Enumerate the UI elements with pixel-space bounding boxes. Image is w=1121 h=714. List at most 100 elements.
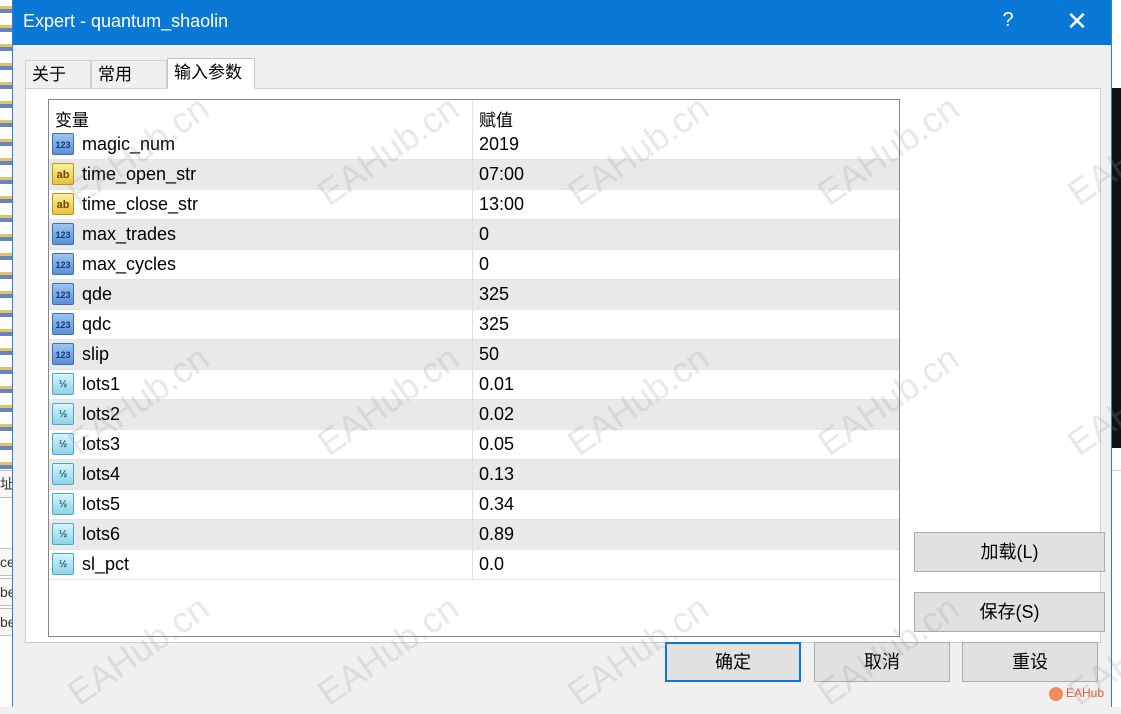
double-type-icon: ½ bbox=[52, 493, 74, 515]
load-button[interactable]: 加载(L) bbox=[914, 532, 1105, 572]
parameter-value[interactable]: 0.89 bbox=[479, 524, 514, 545]
parameters-grid[interactable]: 变量 赋值 123 magic_num 2019 ab time_open_str 07:… bbox=[48, 99, 900, 637]
column-separator bbox=[472, 370, 473, 400]
corner-logo: EAHub bbox=[1049, 683, 1111, 703]
background-stub: ce bbox=[0, 548, 12, 576]
column-separator bbox=[472, 280, 473, 310]
parameter-value[interactable]: 13:00 bbox=[479, 194, 524, 215]
tab-inputs[interactable]: 输入参数 bbox=[167, 58, 255, 89]
string-type-icon: ab bbox=[52, 163, 74, 185]
parameter-name: lots3 bbox=[82, 434, 121, 454]
table-row[interactable]: ½ sl_pct 0.0 bbox=[49, 550, 899, 580]
parameter-name: lots4 bbox=[82, 464, 121, 484]
table-row[interactable]: ½ lots4 0.13 bbox=[49, 460, 899, 490]
column-separator bbox=[472, 400, 473, 430]
table-row[interactable]: 123 qdc 325 bbox=[49, 310, 899, 340]
parameter-value[interactable]: 0.13 bbox=[479, 464, 514, 485]
column-separator bbox=[472, 490, 473, 520]
column-separator bbox=[472, 190, 473, 220]
background-stub: be bbox=[0, 608, 12, 636]
column-separator bbox=[472, 460, 473, 490]
parameter-name: lots1 bbox=[82, 374, 121, 394]
parameter-value[interactable]: 2019 bbox=[479, 134, 519, 155]
double-type-icon: ½ bbox=[52, 373, 74, 395]
ok-button[interactable]: 确定 bbox=[665, 642, 801, 682]
parameter-name: time_open_str bbox=[82, 164, 197, 184]
table-row[interactable]: ½ lots5 0.34 bbox=[49, 490, 899, 520]
table-row[interactable]: 123 max_cycles 0 bbox=[49, 250, 899, 280]
parameter-value[interactable]: 50 bbox=[479, 344, 499, 365]
parameter-name: qde bbox=[82, 284, 113, 304]
header-variable[interactable]: 变量 bbox=[55, 106, 89, 131]
parameter-name: lots6 bbox=[82, 524, 121, 544]
table-row[interactable]: ½ lots1 0.01 bbox=[49, 370, 899, 400]
background-tab-stub: 址 bbox=[0, 470, 12, 498]
double-type-icon: ½ bbox=[52, 433, 74, 455]
parameter-value[interactable]: 325 bbox=[479, 284, 509, 305]
integer-type-icon: 123 bbox=[52, 223, 74, 245]
column-separator bbox=[472, 520, 473, 550]
integer-type-icon: 123 bbox=[52, 343, 74, 365]
save-button[interactable]: 保存(S) bbox=[914, 592, 1105, 632]
column-separator bbox=[472, 220, 473, 250]
integer-type-icon: 123 bbox=[52, 313, 74, 335]
reset-button[interactable]: 重设 bbox=[962, 642, 1098, 682]
integer-type-icon: 123 bbox=[52, 283, 74, 305]
column-separator bbox=[472, 340, 473, 370]
parameter-name: max_trades bbox=[82, 224, 177, 244]
parameter-value[interactable]: 0 bbox=[479, 224, 489, 245]
parameter-name: magic_num bbox=[82, 134, 176, 154]
expert-dialog: Expert - quantum_shaolin ? ✕ 关于 常用 输入参数 … bbox=[12, 0, 1112, 707]
table-row[interactable]: ab time_open_str 07:00 bbox=[49, 160, 899, 190]
table-row[interactable]: ab time_close_str 13:00 bbox=[49, 190, 899, 220]
parameter-name: lots5 bbox=[82, 494, 121, 514]
double-type-icon: ½ bbox=[52, 553, 74, 575]
integer-type-icon: 123 bbox=[52, 133, 74, 155]
parameter-value[interactable]: 325 bbox=[479, 314, 509, 335]
header-separator[interactable] bbox=[472, 100, 473, 130]
column-separator bbox=[472, 430, 473, 460]
double-type-icon: ½ bbox=[52, 463, 74, 485]
parameter-value[interactable]: 07:00 bbox=[479, 164, 524, 185]
close-button[interactable]: ✕ bbox=[1065, 8, 1089, 34]
table-row[interactable]: ½ lots6 0.89 bbox=[49, 520, 899, 550]
double-type-icon: ½ bbox=[52, 403, 74, 425]
string-type-icon: ab bbox=[52, 193, 74, 215]
title-bar[interactable]: Expert - quantum_shaolin ? ✕ bbox=[13, 0, 1111, 45]
table-row[interactable]: 123 qde 325 bbox=[49, 280, 899, 310]
parameter-value[interactable]: 0.02 bbox=[479, 404, 514, 425]
integer-type-icon: 123 bbox=[52, 253, 74, 275]
parameter-value[interactable]: 0.34 bbox=[479, 494, 514, 515]
double-type-icon: ½ bbox=[52, 523, 74, 545]
background-stub: be bbox=[0, 578, 12, 606]
help-button[interactable]: ? bbox=[996, 9, 1020, 32]
parameter-name: max_cycles bbox=[82, 254, 177, 274]
table-row[interactable]: 123 max_trades 0 bbox=[49, 220, 899, 250]
column-separator bbox=[472, 130, 473, 160]
column-separator bbox=[472, 310, 473, 340]
table-row[interactable]: ½ lots2 0.02 bbox=[49, 400, 899, 430]
parameter-name: lots2 bbox=[82, 404, 121, 424]
parameter-value[interactable]: 0.01 bbox=[479, 374, 514, 395]
tab-about[interactable]: 关于 bbox=[25, 60, 91, 88]
window-title: Expert - quantum_shaolin bbox=[23, 11, 229, 31]
tab-common[interactable]: 常用 bbox=[91, 60, 167, 88]
table-row[interactable]: 123 magic_num 2019 bbox=[49, 130, 899, 160]
cancel-button[interactable]: 取消 bbox=[814, 642, 950, 682]
parameter-value[interactable]: 0.05 bbox=[479, 434, 514, 455]
parameter-name: qdc bbox=[82, 314, 112, 334]
parameter-name: time_close_str bbox=[82, 194, 199, 214]
column-separator bbox=[472, 250, 473, 280]
column-separator bbox=[472, 550, 473, 580]
parameter-name: sl_pct bbox=[82, 554, 130, 574]
parameter-value[interactable]: 0.0 bbox=[479, 554, 504, 575]
parameter-value[interactable]: 0 bbox=[479, 254, 489, 275]
parameter-name: slip bbox=[82, 344, 110, 364]
grid-header: 变量 赋值 bbox=[49, 100, 899, 130]
logo-text: EAHub bbox=[1066, 686, 1105, 700]
column-separator bbox=[472, 160, 473, 190]
table-row[interactable]: 123 slip 50 bbox=[49, 340, 899, 370]
inputs-panel: 变量 赋值 123 magic_num 2019 ab time_open_str 07:… bbox=[25, 88, 1105, 643]
header-value[interactable]: 赋值 bbox=[479, 106, 513, 131]
table-row[interactable]: ½ lots3 0.05 bbox=[49, 430, 899, 460]
